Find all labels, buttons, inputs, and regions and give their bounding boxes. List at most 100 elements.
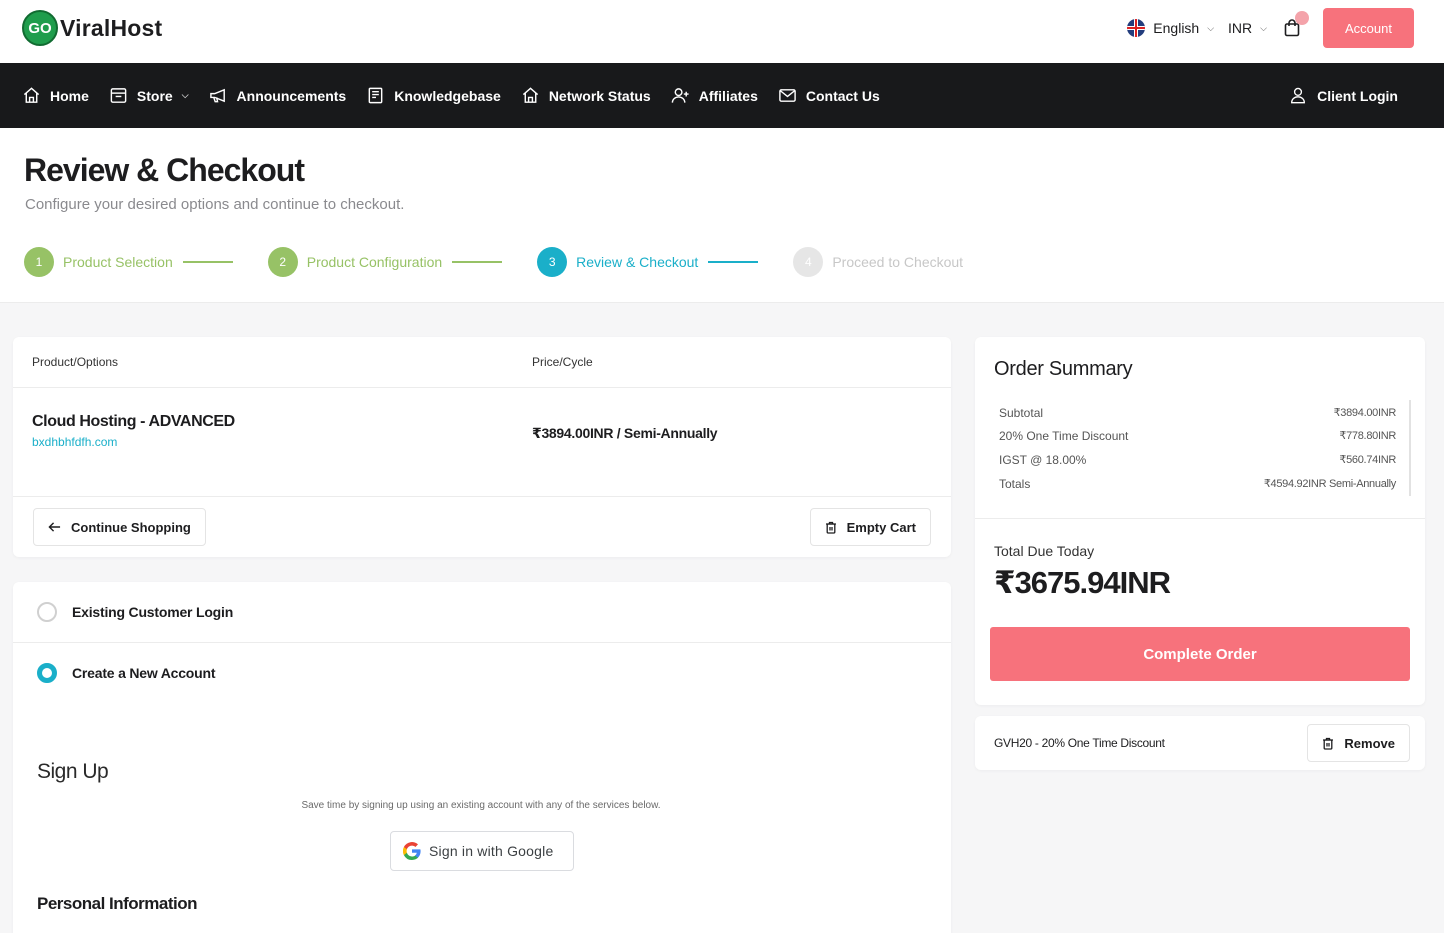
logo-text: ViralHost [60, 14, 163, 41]
nav-contact-us[interactable]: Contact Us [778, 63, 880, 128]
client-login-link[interactable]: Client Login [1289, 63, 1398, 128]
page-subtitle: Configure your desired options and conti… [25, 196, 405, 213]
nav-home-label: Home [50, 87, 89, 104]
home-icon [23, 87, 40, 103]
nav-contact-us-label: Contact Us [805, 87, 880, 104]
new-account-label: Create a New Account [72, 665, 216, 681]
chevron-down-icon: ⌵ [1207, 22, 1215, 33]
page-title: Review & Checkout [24, 152, 305, 188]
currency-selector[interactable]: INR ⌵ [1228, 20, 1267, 36]
chevron-down-icon: ⌵ [1260, 22, 1267, 33]
complete-order-button[interactable]: Complete Order [990, 627, 1410, 681]
checkout-steps: 1 Product Selection 2 Product Configurat… [24, 247, 963, 277]
summary-row-tax: IGST @ 18.00% ₹560.74INR [999, 453, 1396, 467]
trash-icon [825, 521, 836, 534]
user-plus-icon [671, 88, 689, 103]
summary-scrollbar[interactable] [1409, 400, 1411, 496]
column-header-product: Product/Options [32, 355, 119, 369]
signup-subtitle: Save time by signing up using an existin… [301, 800, 661, 811]
google-icon [403, 842, 421, 860]
empty-cart-button[interactable]: Empty Cart [809, 508, 931, 546]
account-button[interactable]: Account [1323, 8, 1414, 48]
product-price: ₹3894.00INR / Semi-Annually [532, 425, 718, 441]
total-due-amount: ₹3675.94INR [994, 565, 1171, 600]
top-bar: GO ViralHost English ⌵ INR ⌵ Account [0, 0, 1444, 63]
remove-promo-button[interactable]: Remove [1307, 724, 1410, 762]
summary-row-value: ₹3894.00INR [1333, 407, 1397, 419]
cart-badge [1295, 11, 1309, 25]
uk-flag-icon [1127, 19, 1146, 37]
summary-row-discount: 20% One Time Discount ₹778.80INR [999, 429, 1396, 443]
nav-knowledgebase-label: Knowledgebase [394, 87, 501, 104]
nav-store[interactable]: Store ⌵ [109, 63, 189, 128]
cart-icon[interactable] [1281, 11, 1309, 39]
step-proceed-to-checkout: 4 Proceed to Checkout [793, 247, 963, 277]
client-login-label: Client Login [1317, 87, 1398, 104]
summary-row-value: ₹4594.92INR Semi-Annually [1263, 478, 1396, 490]
cart-card: Product/Options Price/Cycle Cloud Hostin… [13, 337, 951, 557]
total-due-label: Total Due Today [994, 543, 1095, 559]
arrow-left-icon [48, 522, 61, 532]
home-icon [522, 87, 538, 103]
nav-home[interactable]: Home [22, 63, 89, 128]
nav-affiliates-label: Affiliates [698, 87, 758, 104]
new-account-option[interactable]: Create a New Account [37, 663, 216, 683]
step-label: Review & Checkout [576, 254, 699, 270]
step-connector [708, 261, 759, 263]
summary-row-label: Subtotal [999, 406, 1044, 420]
order-summary-card: Order Summary Subtotal ₹3894.00INR 20% O… [975, 337, 1425, 705]
promo-card: GVH20 - 20% One Time Discount Remove [975, 716, 1425, 770]
summary-row-label: Totals [999, 477, 1031, 491]
divider [13, 496, 951, 497]
existing-customer-option[interactable]: Existing Customer Login [37, 602, 233, 622]
nav-knowledgebase[interactable]: Knowledgebase [366, 63, 501, 128]
step-label: Proceed to Checkout [832, 254, 964, 270]
step-connector [452, 261, 503, 263]
logo-badge: GO [22, 10, 58, 46]
language-label: English [1153, 20, 1200, 36]
nav-store-label: Store [136, 87, 173, 104]
step-connector [182, 261, 233, 263]
nav-network-status[interactable]: Network Status [521, 63, 651, 128]
nav-network-status-label: Network Status [548, 87, 651, 104]
main-nav: Home Store ⌵ Announcements Knowledgebase… [0, 63, 1444, 128]
column-header-price: Price/Cycle [532, 355, 593, 369]
nav-affiliates[interactable]: Affiliates [671, 63, 758, 128]
step-number: 2 [267, 247, 298, 277]
divider [975, 518, 1425, 519]
product-name: Cloud Hosting - ADVANCED [32, 413, 235, 430]
step-number: 4 [793, 247, 824, 277]
personal-info-title: Personal Information [37, 894, 198, 913]
step-label: Product Selection [63, 254, 173, 270]
nav-announcements-label: Announcements [236, 87, 347, 104]
store-icon [110, 88, 127, 103]
divider [13, 642, 951, 643]
language-selector[interactable]: English ⌵ [1127, 19, 1214, 37]
nav-announcements[interactable]: Announcements [209, 63, 347, 128]
book-icon [368, 87, 383, 104]
brand-logo[interactable]: GO ViralHost [22, 10, 162, 46]
promo-code-text: GVH20 - 20% One Time Discount [994, 736, 1165, 750]
radio-checked[interactable] [37, 663, 57, 683]
radio-unchecked[interactable] [37, 602, 57, 622]
summary-row-label: 20% One Time Discount [999, 429, 1129, 443]
summary-row-totals: Totals ₹4594.92INR Semi-Annually [999, 477, 1396, 491]
step-label: Product Configuration [306, 254, 443, 270]
step-review-checkout[interactable]: 3 Review & Checkout [537, 247, 793, 277]
continue-shopping-button[interactable]: Continue Shopping [33, 508, 206, 546]
summary-row-value: ₹778.80INR [1339, 430, 1396, 442]
existing-customer-label: Existing Customer Login [72, 604, 234, 620]
chevron-down-icon: ⌵ [181, 90, 189, 100]
signup-title: Sign Up [37, 760, 109, 783]
summary-row-label: IGST @ 18.00% [999, 453, 1087, 467]
user-icon [1291, 87, 1306, 104]
currency-label: INR [1228, 20, 1253, 36]
google-signin-label: Sign in with Google [429, 843, 554, 859]
step-product-selection[interactable]: 1 Product Selection [24, 247, 268, 277]
empty-cart-label: Empty Cart [846, 519, 916, 535]
account-card: Existing Customer Login Create a New Acc… [13, 582, 951, 933]
remove-promo-label: Remove [1344, 735, 1395, 751]
google-signin-button[interactable]: Sign in with Google [390, 831, 574, 871]
mail-icon [779, 89, 796, 102]
step-product-configuration[interactable]: 2 Product Configuration [267, 247, 537, 277]
